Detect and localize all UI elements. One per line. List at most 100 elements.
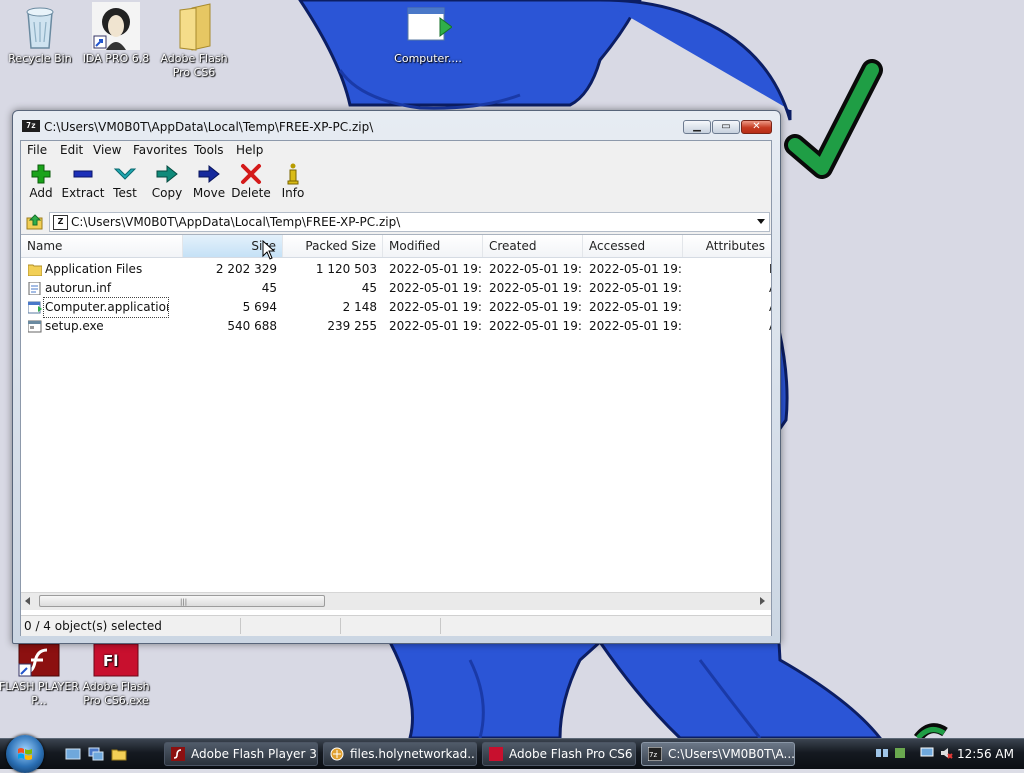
column-header: Name Size Packed Size Modified Created A… bbox=[21, 235, 771, 258]
status-divider bbox=[240, 618, 241, 634]
svg-text:7z: 7z bbox=[649, 751, 657, 759]
recycle-bin-icon bbox=[16, 2, 64, 50]
taskbar-item-7zip[interactable]: 7z C:\Users\VM0B0T\A... bbox=[641, 742, 795, 766]
scroll-right-icon[interactable] bbox=[760, 597, 765, 605]
minimize-icon: ▁ bbox=[693, 121, 701, 132]
horizontal-scrollbar[interactable]: ||| bbox=[21, 592, 771, 610]
up-folder-icon bbox=[26, 214, 43, 230]
extract-button[interactable]: Extract bbox=[61, 163, 105, 200]
table-row[interactable]: setup.exe 540 688 239 255 2022-05-01 19:… bbox=[21, 317, 771, 336]
file-list[interactable]: Name Size Packed Size Modified Created A… bbox=[21, 234, 771, 615]
toolbar: Add Extract Test Copy Move Delete Info bbox=[21, 160, 771, 210]
desktop-icon-flash-pro-exe[interactable]: Fl Adobe Flash Pro CS6.exe bbox=[74, 644, 158, 708]
delete-icon bbox=[239, 163, 263, 185]
scrollbar-thumb[interactable]: ||| bbox=[39, 595, 325, 607]
move-button[interactable]: Move bbox=[187, 163, 231, 200]
maximize-icon: ▭ bbox=[721, 121, 731, 132]
start-button[interactable] bbox=[6, 735, 44, 773]
extract-icon bbox=[71, 163, 95, 185]
column-packed-size[interactable]: Packed Size bbox=[283, 235, 383, 257]
switch-windows-icon[interactable] bbox=[88, 746, 104, 762]
browser-icon bbox=[330, 747, 344, 761]
column-modified[interactable]: Modified bbox=[383, 235, 483, 257]
chevron-down-icon[interactable] bbox=[757, 219, 765, 224]
address-field[interactable]: Z C:\Users\VM0B0T\AppData\Local\Temp\FRE… bbox=[49, 212, 770, 232]
application-file-icon bbox=[28, 301, 42, 314]
copy-icon bbox=[155, 163, 179, 185]
mouse-cursor-icon bbox=[262, 240, 276, 260]
desktop-icon-computer-application[interactable]: Computer.... bbox=[386, 2, 470, 66]
add-icon bbox=[29, 163, 53, 185]
taskbar-item-flash-pro[interactable]: Adobe Flash Pro CS6 bbox=[482, 742, 636, 766]
info-button[interactable]: Info bbox=[271, 163, 315, 200]
7zip-window[interactable]: 7z C:\Users\VM0B0T\AppData\Local\Temp\FR… bbox=[12, 110, 781, 644]
windows-logo-icon bbox=[18, 748, 32, 760]
show-desktop-icon[interactable] bbox=[65, 746, 81, 762]
inf-file-icon bbox=[28, 282, 41, 295]
info-icon bbox=[281, 163, 305, 185]
status-divider bbox=[340, 618, 341, 634]
svg-text:Fl: Fl bbox=[103, 652, 118, 670]
exe-file-icon bbox=[28, 320, 42, 333]
status-divider bbox=[440, 618, 441, 634]
application-icon bbox=[404, 2, 452, 50]
flash-player-icon bbox=[15, 644, 63, 678]
desktop-icon-adobe-flash-folder[interactable]: Adobe Flash Pro CS6 bbox=[152, 2, 236, 80]
test-button[interactable]: Test bbox=[103, 163, 147, 200]
table-row[interactable]: Application Files 2 202 329 1 120 503 20… bbox=[21, 260, 771, 279]
menu-favorites[interactable]: Favorites bbox=[133, 143, 187, 157]
column-accessed[interactable]: Accessed bbox=[583, 235, 683, 257]
7zip-icon: 7z bbox=[648, 747, 662, 761]
network-icon[interactable] bbox=[875, 746, 889, 760]
delete-button[interactable]: Delete bbox=[229, 163, 273, 200]
taskbar-item-flash-player[interactable]: Adobe Flash Player 32 bbox=[164, 742, 318, 766]
monitor-icon[interactable] bbox=[920, 746, 934, 760]
move-icon bbox=[197, 163, 221, 185]
maximize-button[interactable]: ▭ bbox=[712, 120, 740, 134]
desktop-icon-flash-player[interactable]: FLASH PLAYER P... bbox=[0, 644, 81, 708]
folder-icon bbox=[170, 2, 218, 51]
window-title: C:\Users\VM0B0T\AppData\Local\Temp\FREE-… bbox=[44, 120, 374, 134]
window-client: File Edit View Favorites Tools Help Add … bbox=[20, 140, 772, 636]
title-bar[interactable]: 7z C:\Users\VM0B0T\AppData\Local\Temp\FR… bbox=[13, 111, 780, 141]
desktop-icon-recycle-bin[interactable]: Recycle Bin bbox=[0, 2, 82, 66]
volume-muted-icon[interactable] bbox=[939, 746, 953, 760]
menu-file[interactable]: File bbox=[27, 143, 47, 157]
scroll-left-icon[interactable] bbox=[25, 597, 30, 605]
minimize-button[interactable]: ▁ bbox=[683, 120, 711, 134]
column-name[interactable]: Name bbox=[21, 235, 183, 257]
menu-edit[interactable]: Edit bbox=[60, 143, 83, 157]
menu-help[interactable]: Help bbox=[236, 143, 263, 157]
zip-archive-icon: Z bbox=[53, 215, 68, 230]
taskbar-item-browser[interactable]: files.holynetworkad... bbox=[323, 742, 477, 766]
flash-pro-icon bbox=[489, 747, 503, 761]
menu-view[interactable]: View bbox=[93, 143, 121, 157]
device-icon[interactable] bbox=[893, 746, 907, 760]
table-row[interactable]: Computer.application 5 694 2 148 2022-05… bbox=[21, 297, 771, 318]
desktop-icon-ida-pro[interactable]: IDA PRO 6.8 bbox=[74, 2, 158, 66]
taskbar: Adobe Flash Player 32 files.holynetworka… bbox=[0, 735, 1024, 773]
up-folder-button[interactable] bbox=[26, 213, 44, 231]
menu-bar: File Edit View Favorites Tools Help bbox=[21, 141, 771, 160]
close-button[interactable]: ✕ bbox=[741, 120, 772, 134]
column-created[interactable]: Created bbox=[483, 235, 583, 257]
status-bar: 0 / 4 object(s) selected bbox=[21, 615, 771, 636]
close-icon: ✕ bbox=[752, 121, 761, 132]
clock[interactable]: 12:56 AM bbox=[957, 739, 1014, 769]
test-icon bbox=[113, 163, 137, 185]
flash-pro-icon: Fl bbox=[92, 644, 140, 678]
flash-player-icon bbox=[171, 747, 185, 761]
ida-pro-icon bbox=[92, 2, 140, 50]
add-button[interactable]: Add bbox=[19, 163, 63, 200]
explorer-icon[interactable] bbox=[111, 746, 127, 762]
7zip-logo-icon: 7z bbox=[22, 120, 40, 132]
address-text: C:\Users\VM0B0T\AppData\Local\Temp\FREE-… bbox=[71, 215, 401, 229]
column-attributes[interactable]: Attributes bbox=[683, 235, 771, 257]
folder-icon bbox=[28, 264, 42, 276]
address-bar: Z C:\Users\VM0B0T\AppData\Local\Temp\FRE… bbox=[21, 210, 771, 234]
menu-tools[interactable]: Tools bbox=[194, 143, 224, 157]
status-text: 0 / 4 object(s) selected bbox=[24, 619, 162, 633]
table-row[interactable]: autorun.inf 45 45 2022-05-01 19:17 2022-… bbox=[21, 279, 771, 298]
copy-button[interactable]: Copy bbox=[145, 163, 189, 200]
grip-icon: ||| bbox=[180, 598, 188, 606]
